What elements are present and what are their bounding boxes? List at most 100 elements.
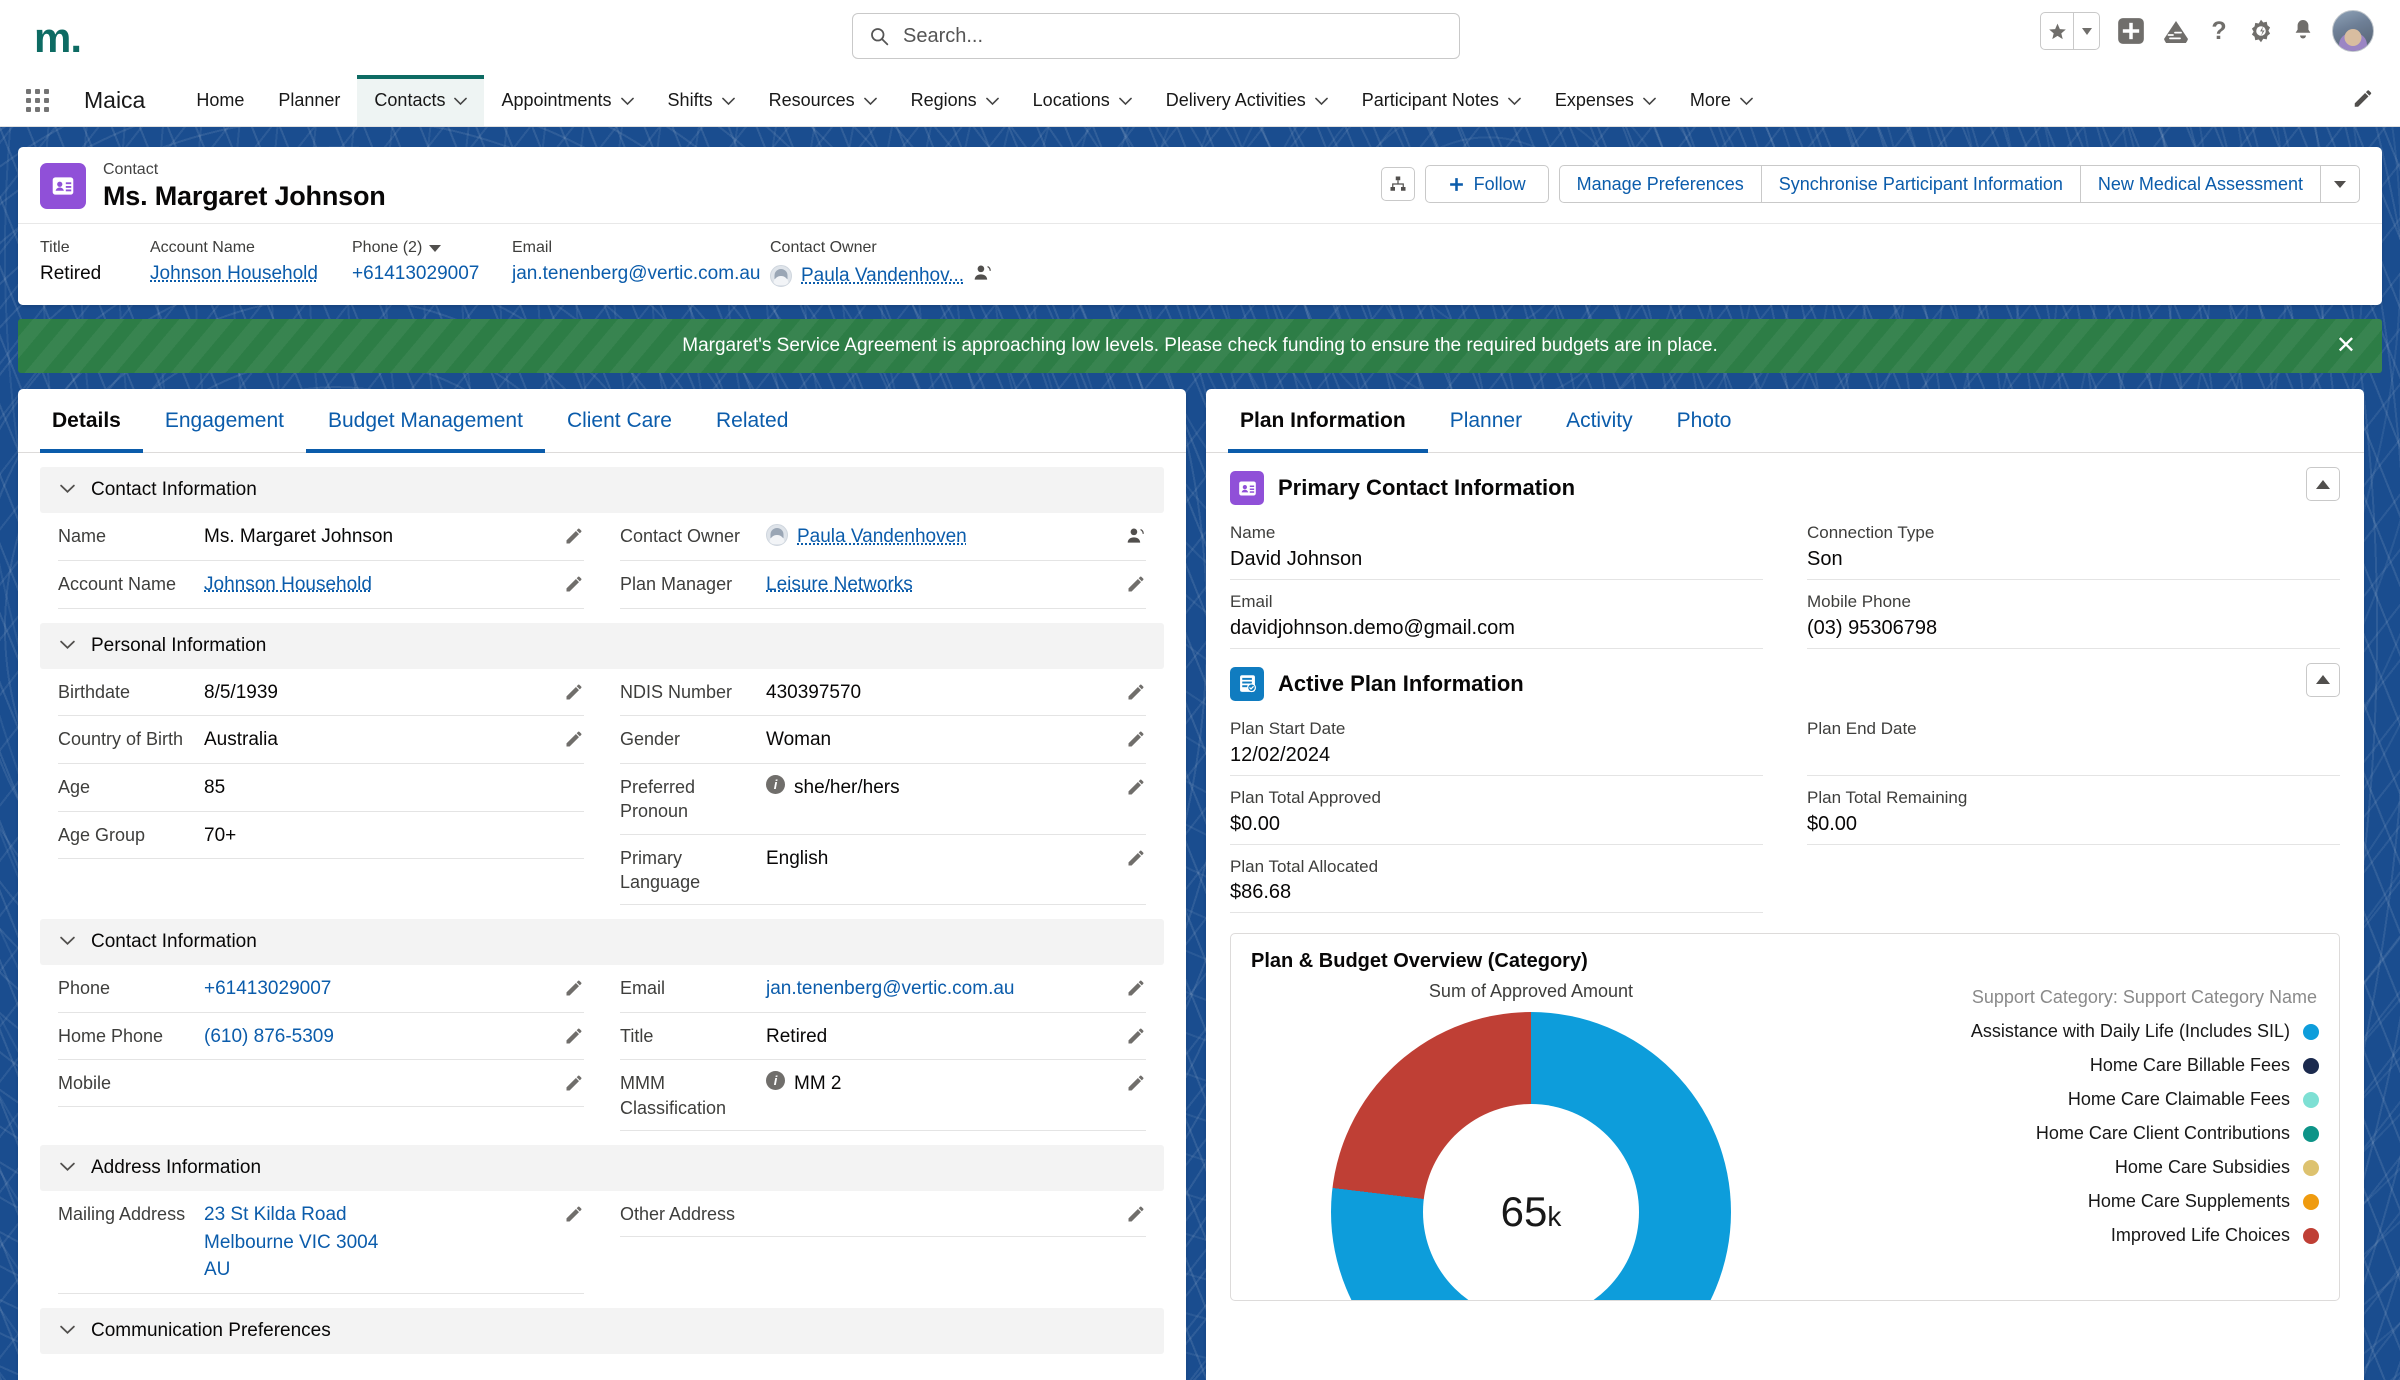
chevron-down-icon[interactable] <box>1118 90 1132 111</box>
edit-pencil-icon[interactable] <box>1120 727 1146 749</box>
edit-pencil-icon[interactable] <box>558 1071 584 1093</box>
field-value[interactable]: Johnson Household <box>204 572 558 598</box>
edit-pencil-icon[interactable] <box>1120 1202 1146 1224</box>
chevron-down-icon[interactable] <box>1643 90 1656 111</box>
chevron-down-icon[interactable] <box>60 481 75 499</box>
edit-pencil-icon[interactable] <box>1120 1071 1146 1093</box>
field-value-line[interactable]: 23 St Kilda Road <box>204 1202 378 1228</box>
favorites-button[interactable] <box>2040 12 2100 50</box>
nav-item-shifts[interactable]: Shifts <box>651 75 752 126</box>
field-value-line[interactable]: Leisure Networks <box>766 572 913 598</box>
field-value[interactable]: jan.tenenberg@vertic.com.au <box>766 976 1120 1002</box>
close-icon[interactable]: ✕ <box>2336 334 2356 358</box>
chevron-down-icon[interactable] <box>721 90 735 111</box>
field-value-line[interactable]: AU <box>204 1257 378 1283</box>
change-owner-icon[interactable] <box>973 263 993 289</box>
nav-item-more[interactable]: More <box>1673 75 1770 126</box>
legend-item-home-care-subsidies[interactable]: Home Care Subsidies <box>1811 1157 2319 1178</box>
chevron-down-icon[interactable] <box>863 90 877 111</box>
highlight-field-value[interactable]: jan.tenenberg@vertic.com.au <box>512 263 760 285</box>
field-value-line[interactable]: Melbourne VIC 3004 <box>204 1230 378 1256</box>
nav-item-contacts[interactable]: Contacts <box>357 75 485 126</box>
app-launcher-waffle-icon[interactable] <box>26 75 66 126</box>
chevron-down-icon[interactable] <box>60 1322 75 1340</box>
chevron-down-icon[interactable] <box>60 933 75 951</box>
edit-pencil-icon[interactable] <box>1120 1024 1146 1046</box>
section-header-communication-preferences[interactable]: Communication Preferences <box>40 1307 1164 1354</box>
tab-client-care[interactable]: Client Care <box>545 389 694 452</box>
donut-chart[interactable]: 65k 15k (23.08%) <box>1331 1012 1731 1301</box>
field-value-line[interactable]: jan.tenenberg@vertic.com.au <box>766 976 1014 1002</box>
collapse-up-icon[interactable] <box>2306 467 2340 502</box>
field-value[interactable]: davidjohnson.demo@gmail.com <box>1230 617 1763 641</box>
nav-item-home[interactable]: Home <box>179 75 261 126</box>
chevron-down-icon[interactable] <box>1507 90 1521 111</box>
collapse-up-icon[interactable] <box>2306 662 2340 697</box>
edit-pencil-icon[interactable] <box>1120 680 1146 702</box>
help-icon[interactable]: ? <box>2207 18 2231 44</box>
legend-item-home-care-supplements[interactable]: Home Care Supplements <box>1811 1191 2319 1212</box>
tab-photo[interactable]: Photo <box>1655 389 1754 452</box>
nav-item-resources[interactable]: Resources <box>752 75 894 126</box>
field-value-line[interactable]: +61413029007 <box>204 976 331 1002</box>
edit-pencil-icon[interactable] <box>1120 572 1146 594</box>
org-hierarchy-icon[interactable] <box>1380 167 1415 201</box>
nav-item-delivery-activities[interactable]: Delivery Activities <box>1149 75 1345 126</box>
search-input[interactable]: Search... <box>852 13 1460 59</box>
follow-button[interactable]: Follow <box>1424 165 1549 203</box>
legend-item-assistance-with-daily-life-includes-sil[interactable]: Assistance with Daily Life (Includes SIL… <box>1811 1021 2319 1042</box>
chevron-down-icon[interactable] <box>1740 90 1753 111</box>
phone-list-caret-down-icon[interactable] <box>429 244 442 252</box>
info-icon[interactable]: i <box>766 1071 785 1091</box>
edit-pencil-icon[interactable] <box>558 1024 584 1046</box>
edit-pencil-icon[interactable] <box>558 572 584 594</box>
field-value[interactable]: +61413029007 <box>204 976 558 1002</box>
tab-plan-information[interactable]: Plan Information <box>1228 389 1428 454</box>
info-icon[interactable]: i <box>766 774 785 794</box>
chevron-down-icon[interactable] <box>60 637 75 655</box>
nav-item-appointments[interactable]: Appointments <box>484 75 650 126</box>
highlight-field-value[interactable]: +61413029007 <box>352 263 502 285</box>
nav-item-regions[interactable]: Regions <box>894 75 1016 126</box>
edit-pencil-icon[interactable] <box>558 1202 584 1224</box>
edit-pencil-icon[interactable] <box>558 976 584 998</box>
nav-item-participant-notes[interactable]: Participant Notes <box>1345 75 1538 126</box>
field-value[interactable]: Leisure Networks <box>766 572 1120 598</box>
field-value[interactable]: (610) 876-5309 <box>204 1024 558 1050</box>
value-link[interactable]: jan.tenenberg@vertic.com.au <box>512 263 760 285</box>
owner-link[interactable]: Paula Vandenhoven <box>797 524 967 550</box>
edit-navigation-pencil-icon[interactable] <box>2352 87 2374 114</box>
section-header-address-information[interactable]: Address Information <box>40 1145 1164 1192</box>
chevron-down-icon[interactable] <box>620 90 634 111</box>
tab-engagement[interactable]: Engagement <box>143 389 306 452</box>
chevron-down-icon[interactable] <box>985 90 999 111</box>
new-medical-assessment-button[interactable]: New Medical Assessment <box>2079 166 2320 202</box>
chevron-down-icon[interactable] <box>454 90 468 111</box>
setup-gear-icon[interactable] <box>2248 18 2274 44</box>
field-value-line[interactable]: Johnson Household <box>204 572 372 598</box>
edit-pencil-icon[interactable] <box>1120 775 1146 797</box>
section-header-contact-information[interactable]: Contact Information <box>40 919 1164 966</box>
nav-item-expenses[interactable]: Expenses <box>1538 75 1673 126</box>
field-value[interactable]: David Johnson <box>1230 548 1763 572</box>
section-header-contact-information[interactable]: Contact Information <box>40 467 1164 514</box>
edit-pencil-icon[interactable] <box>558 524 584 546</box>
change-owner-icon[interactable] <box>1120 524 1146 546</box>
user-avatar[interactable] <box>2332 10 2374 52</box>
trailhead-mountain-icon[interactable] <box>2162 19 2190 43</box>
edit-pencil-icon[interactable] <box>558 680 584 702</box>
edit-pencil-icon[interactable] <box>1120 846 1146 868</box>
more-actions-caret-down-icon[interactable] <box>2320 166 2359 202</box>
synchronise-participant-information-button[interactable]: Synchronise Participant Information <box>1760 166 2080 202</box>
field-value[interactable]: 23 St Kilda Road Melbourne VIC 3004 AU <box>204 1202 558 1283</box>
value-link[interactable]: +61413029007 <box>352 263 479 285</box>
manage-preferences-button[interactable]: Manage Preferences <box>1560 166 1761 202</box>
tab-planner[interactable]: Planner <box>1428 389 1544 452</box>
edit-pencil-icon[interactable] <box>558 727 584 749</box>
highlight-field-value[interactable]: Johnson Household <box>150 263 342 285</box>
legend-item-home-care-billable-fees[interactable]: Home Care Billable Fees <box>1811 1055 2319 1076</box>
edit-pencil-icon[interactable] <box>1120 976 1146 998</box>
tab-details[interactable]: Details <box>40 389 143 454</box>
tab-related[interactable]: Related <box>694 389 810 452</box>
favorites-star-icon[interactable] <box>2041 13 2073 49</box>
